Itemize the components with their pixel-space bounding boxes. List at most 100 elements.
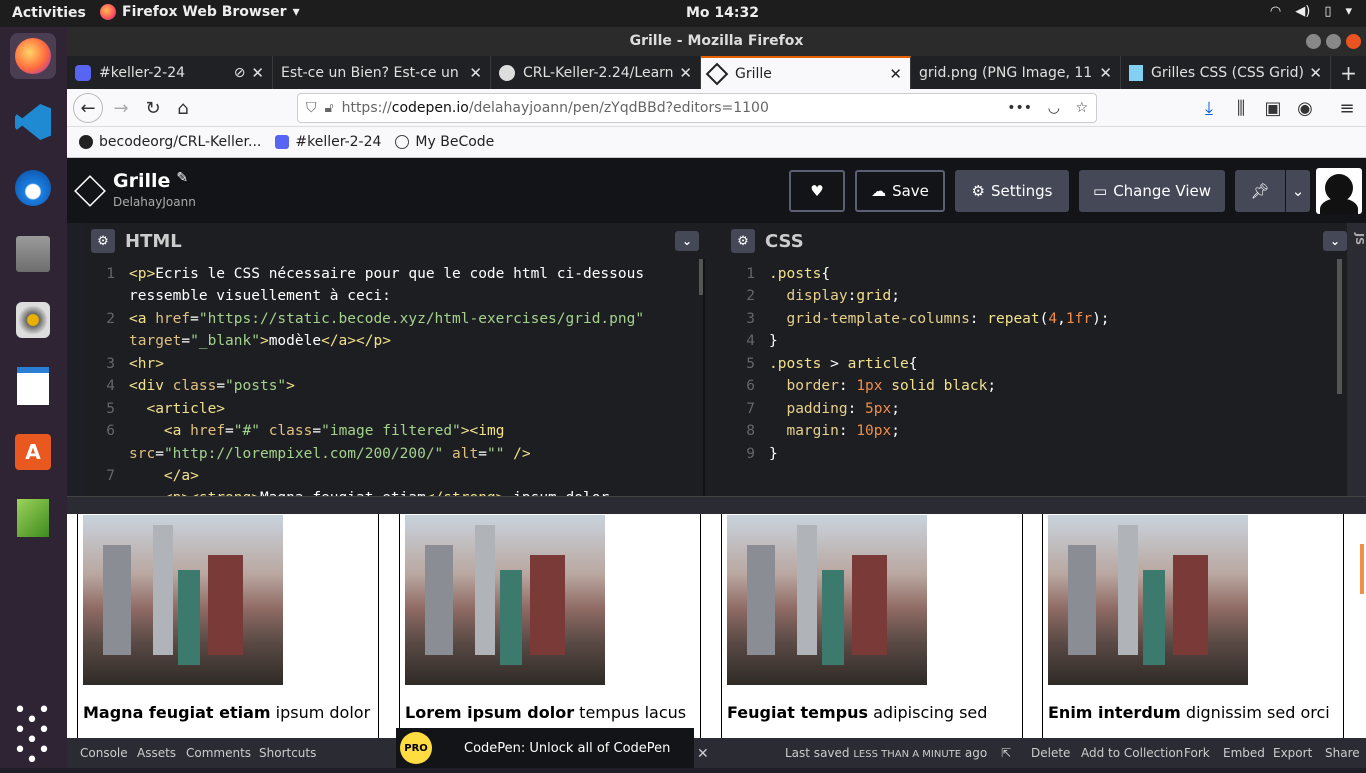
url-bar[interactable]: ⛉ 🔓︎ https://codepen.io/delahayjoann/pen… — [297, 93, 1097, 123]
collapse-css-button[interactable]: ⌄ — [1323, 231, 1347, 251]
back-button[interactable]: ← — [73, 93, 103, 123]
vscode-launcher[interactable] — [10, 99, 56, 145]
sidebar-icon: ▣ — [1264, 97, 1282, 119]
pocket-icon[interactable]: ◡ — [1048, 100, 1060, 116]
article-image[interactable] — [83, 515, 283, 685]
close-tab-icon[interactable]: ✕ — [889, 65, 902, 83]
bookmark-my-becode[interactable]: My BeCode — [395, 134, 494, 150]
article-image[interactable] — [1048, 515, 1248, 685]
tab-crl-keller[interactable]: CRL-Keller-2.24/Learni ✕ — [491, 56, 701, 89]
close-window-button[interactable] — [1346, 34, 1361, 49]
external-link-icon[interactable]: ⇱ — [1001, 746, 1011, 760]
pin-icon: 📌︎ — [1250, 182, 1270, 200]
user-avatar[interactable] — [1316, 168, 1362, 214]
show-applications-button[interactable]: • • • • • • • • • — [10, 700, 56, 772]
resize-divider[interactable] — [67, 496, 1366, 514]
codepen-logo-icon[interactable] — [74, 175, 106, 207]
account-button[interactable]: ◉ — [1291, 95, 1319, 121]
console-button[interactable]: Console — [80, 746, 128, 760]
new-tab-button[interactable]: + — [1331, 56, 1366, 89]
firefox-launcher[interactable] — [10, 33, 56, 79]
add-to-collection-button[interactable]: Add to Collection — [1081, 746, 1183, 760]
shortcuts-button[interactable]: Shortcuts — [259, 746, 316, 760]
bookmark-star-icon[interactable]: ☆ — [1075, 100, 1088, 116]
tab-label: grid.png (PNG Image, 117 — [919, 64, 1094, 81]
code-line: <a href="https://static.becode.xyz/html-… — [129, 311, 645, 327]
bookmark-keller[interactable]: #keller-2-24 — [275, 134, 381, 150]
like-button[interactable]: ♥ — [789, 170, 845, 212]
clock[interactable]: Mo 14:32 — [686, 5, 759, 21]
fork-button[interactable]: Fork — [1184, 746, 1210, 760]
pin-button[interactable]: 📌︎ — [1235, 170, 1285, 212]
share-button[interactable]: Share — [1325, 746, 1360, 760]
promo-text: CodePen: Unlock all of CodePen — [464, 740, 671, 756]
article-text: Feugiat tempus adipiscing sed — [727, 703, 1027, 722]
js-editor-collapsed[interactable]: JS — [1347, 223, 1366, 496]
preview-scrollbar[interactable] — [1360, 544, 1364, 594]
close-tab-icon[interactable]: ✕ — [251, 64, 264, 82]
pin-dropdown-button[interactable]: ⌄ — [1286, 170, 1310, 212]
reload-button[interactable]: ↻ — [139, 95, 167, 121]
css-scrollbar[interactable] — [1337, 259, 1342, 394]
close-tab-icon[interactable]: ✕ — [1099, 64, 1112, 82]
pencil-icon[interactable]: ✎ — [176, 170, 188, 192]
text-editor-icon — [17, 499, 49, 537]
gear-icon[interactable]: ⚙ — [91, 229, 115, 253]
comments-button[interactable]: Comments — [186, 746, 251, 760]
tab-label: Grille — [735, 65, 772, 82]
gedit-launcher[interactable] — [10, 495, 56, 541]
sidebar-button[interactable]: ▣ — [1259, 95, 1287, 121]
files-launcher[interactable] — [10, 231, 56, 277]
download-icon: ⤓ — [1205, 97, 1213, 119]
lock-warning-icon: 🔓︎ — [324, 100, 334, 116]
close-promo-icon[interactable]: ✕ — [697, 746, 709, 762]
assets-button[interactable]: Assets — [137, 746, 176, 760]
mute-icon[interactable]: ⊘ — [234, 65, 246, 81]
pro-promo-toast[interactable]: PRO CodePen: Unlock all of CodePen — [396, 728, 694, 768]
system-tray[interactable]: ◠ ◀) ▯ ▾ — [1270, 4, 1352, 19]
library-button[interactable]: ⫼ — [1227, 95, 1255, 121]
embed-button[interactable]: Embed — [1223, 746, 1265, 760]
downloads-button[interactable]: ⤓ — [1195, 95, 1223, 121]
save-button[interactable]: ☁ Save — [855, 170, 945, 212]
pen-title[interactable]: Grille ✎ — [113, 170, 188, 192]
collapse-html-button[interactable]: ⌄ — [675, 231, 699, 251]
bookmark-becodeorg[interactable]: becodeorg/CRL-Keller... — [79, 134, 261, 150]
html-scrollbar[interactable] — [699, 259, 703, 295]
forward-button[interactable]: → — [107, 95, 135, 121]
change-view-button[interactable]: ▭ Change View — [1079, 170, 1225, 212]
article-image[interactable] — [727, 515, 927, 685]
close-tab-icon[interactable]: ✕ — [1309, 64, 1322, 82]
github-icon — [79, 135, 93, 149]
thunderbird-launcher[interactable] — [10, 165, 56, 211]
activities-button[interactable]: Activities — [12, 5, 86, 21]
tab-keller[interactable]: #keller-2-24 ⊘ ✕ — [67, 56, 273, 89]
close-tab-icon[interactable]: ✕ — [679, 64, 692, 82]
close-tab-icon[interactable]: ✕ — [469, 64, 482, 82]
rhythmbox-launcher[interactable] — [10, 297, 56, 343]
maximize-button[interactable] — [1326, 34, 1341, 49]
gear-icon[interactable]: ⚙ — [731, 229, 755, 253]
minimize-button[interactable] — [1306, 34, 1321, 49]
css-editor[interactable]: 1 2 3 4 5 6 7 8 9 .posts{ display:grid; … — [725, 259, 1345, 496]
pen-author[interactable]: DelahayJoann — [113, 195, 196, 209]
tab-grilles-css[interactable]: Grilles CSS (CSS Grid) - ✕ — [1121, 56, 1331, 89]
article-image[interactable] — [405, 515, 605, 685]
settings-button[interactable]: ⚙ Settings — [955, 170, 1069, 212]
html-editor[interactable]: 1 2 3 4 5 6 7 <p>Ecris le CSS nécessaire… — [85, 259, 705, 496]
export-button[interactable]: Export — [1273, 746, 1312, 760]
tab-grille[interactable]: Grille ✕ — [701, 56, 911, 89]
writer-launcher[interactable] — [10, 363, 56, 409]
page-actions-icon[interactable]: ••• — [1007, 100, 1032, 116]
reload-icon: ↻ — [145, 97, 161, 119]
url-scheme: https:// — [341, 100, 392, 116]
app-menu[interactable]: Firefox Web Browser ▾ — [100, 4, 300, 20]
tab-est-ce-un-bien[interactable]: Est-ce un Bien? Est-ce un M ✕ — [273, 56, 491, 89]
menu-button[interactable]: ≡ — [1333, 95, 1361, 121]
software-launcher[interactable]: A — [10, 429, 56, 475]
delete-button[interactable]: Delete — [1031, 746, 1070, 760]
tab-grid-png[interactable]: grid.png (PNG Image, 117 ✕ — [911, 56, 1121, 89]
home-button[interactable]: ⌂ — [169, 95, 197, 121]
article-body: adipiscing sed — [868, 703, 988, 722]
code-line: <p><strong>Magna feugiat etiam</strong> … — [129, 487, 609, 496]
